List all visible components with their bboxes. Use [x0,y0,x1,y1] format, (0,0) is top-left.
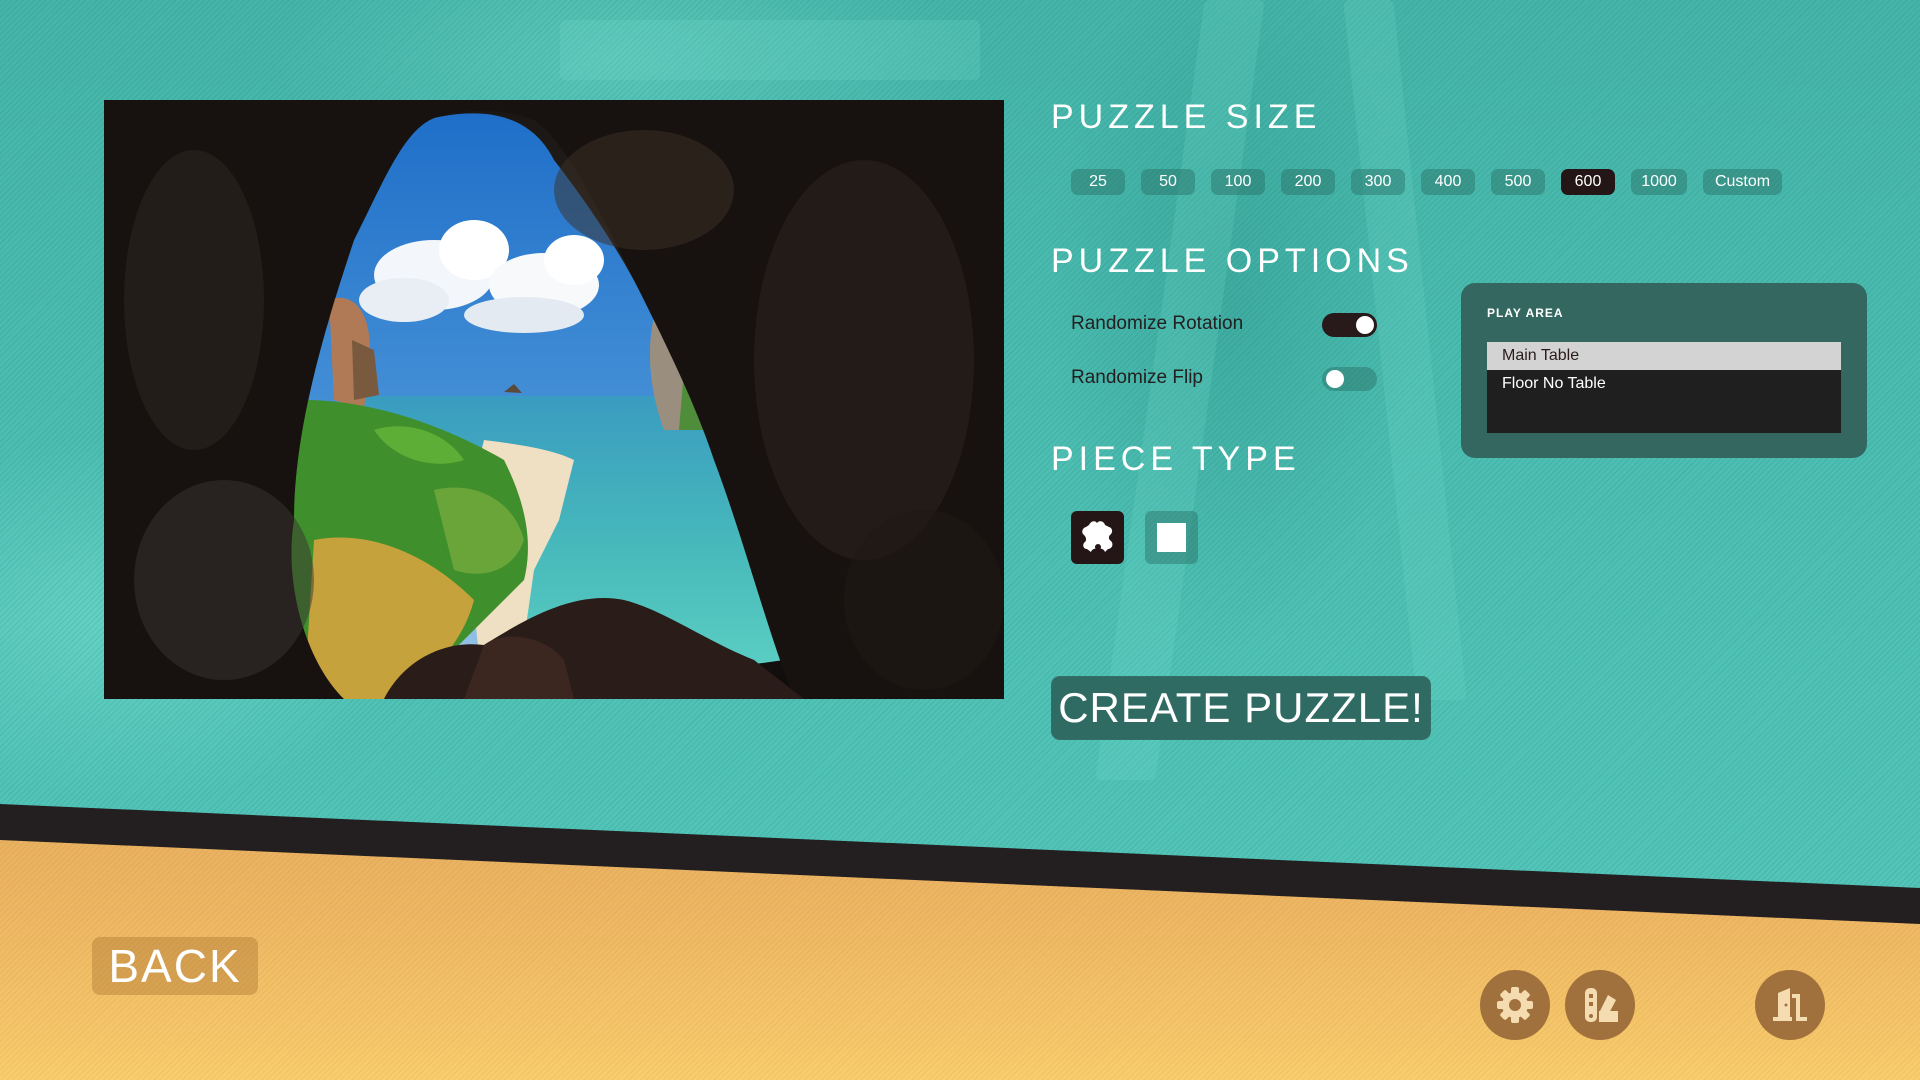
randomize-flip-label: Randomize Flip [1071,367,1203,388]
size-option-300[interactable]: 300 [1351,169,1405,195]
randomize-rotation-label: Randomize Rotation [1071,313,1244,334]
size-option-400[interactable]: 400 [1421,169,1475,195]
play-area-panel: PLAY AREA Main Table Floor No Table [1461,283,1867,458]
exit-door-icon [1773,988,1807,1021]
exit-button[interactable] [1755,970,1825,1040]
randomize-rotation-toggle[interactable] [1322,313,1377,337]
create-puzzle-button[interactable]: CREATE PUZZLE! [1051,676,1431,740]
theme-palette-button[interactable] [1565,970,1635,1040]
gear-icon [1497,987,1533,1023]
toggle-knob [1356,316,1374,334]
randomize-flip-toggle[interactable] [1322,367,1377,391]
size-option-100[interactable]: 100 [1211,169,1265,195]
puzzle-preview-image [104,100,1004,699]
size-option-custom[interactable]: Custom [1703,169,1782,195]
palette-icon [1585,988,1618,1022]
size-option-500[interactable]: 500 [1491,169,1545,195]
size-option-50[interactable]: 50 [1141,169,1195,195]
puzzle-size-heading: PUZZLE SIZE [1051,98,1322,136]
background-decoration [560,20,980,80]
size-option-200[interactable]: 200 [1281,169,1335,195]
square-icon [1157,523,1186,552]
back-button[interactable]: BACK [92,937,258,995]
size-option-25[interactable]: 25 [1071,169,1125,195]
play-area-list[interactable]: Main Table Floor No Table [1487,342,1841,433]
play-area-heading: PLAY AREA [1487,306,1564,320]
piece-type-jigsaw-button[interactable] [1071,511,1124,564]
puzzle-piece-icon [1082,521,1113,552]
piece-type-square-button[interactable] [1145,511,1198,564]
puzzle-options-heading: PUZZLE OPTIONS [1051,242,1414,280]
piece-type-heading: PIECE TYPE [1051,440,1301,478]
play-area-option-main-table[interactable]: Main Table [1487,342,1841,370]
play-area-option-floor-no-table[interactable]: Floor No Table [1487,370,1841,398]
toggle-knob [1326,370,1344,388]
settings-button[interactable] [1480,970,1550,1040]
size-option-1000[interactable]: 1000 [1631,169,1687,195]
size-option-600[interactable]: 600 [1561,169,1615,195]
